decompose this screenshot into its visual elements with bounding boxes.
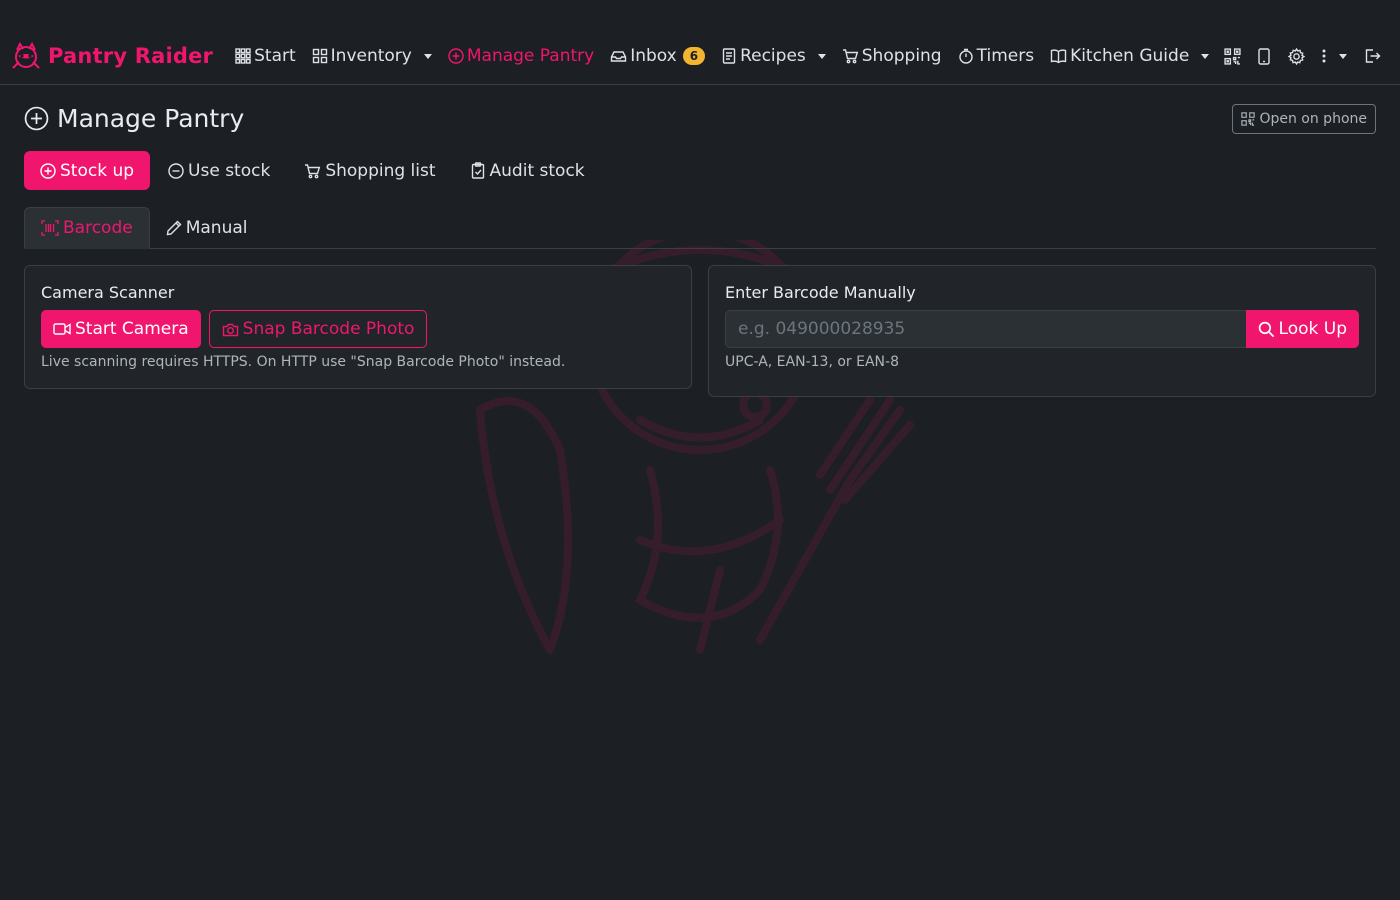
start-camera-button[interactable]: Start Camera	[41, 310, 201, 348]
nav-shopping-label: Shopping	[861, 46, 942, 66]
chevron-down-icon	[423, 53, 432, 59]
tab-barcode-label: Barcode	[63, 218, 133, 238]
tab-manual-label: Manual	[185, 218, 248, 238]
pencil-icon	[166, 220, 182, 236]
nav-shopping[interactable]: Shopping	[834, 28, 950, 84]
barcode-format-hint: UPC-A, EAN-13, or EAN-8	[725, 354, 899, 370]
camera-scanner-card: Camera Scanner Start Camera Snap Barcode…	[24, 265, 692, 389]
top-strip	[0, 0, 1400, 28]
camera-hint: Live scanning requires HTTPS. On HTTP us…	[41, 354, 566, 370]
settings-button[interactable]	[1280, 40, 1312, 72]
look-up-button[interactable]: Look Up	[1245, 310, 1359, 348]
camera-scanner-title: Camera Scanner	[41, 283, 175, 302]
nav-recipes[interactable]: Recipes	[713, 28, 834, 84]
camera-video-icon	[53, 323, 71, 335]
boxes-icon	[312, 48, 327, 64]
brand[interactable]: Pantry Raider	[10, 40, 213, 72]
cart-icon	[305, 163, 321, 178]
nav-inbox-label: Inbox	[630, 46, 677, 66]
barcode-scan-icon	[41, 220, 59, 236]
nav-manage-pantry-label: Manage Pantry	[466, 46, 595, 66]
chevron-down-icon	[1201, 53, 1210, 59]
tab-manual[interactable]: Manual	[150, 207, 264, 249]
nav-manage-pantry[interactable]: Manage Pantry	[440, 28, 602, 84]
raccoon-logo-icon	[12, 41, 40, 69]
barcode-input[interactable]	[725, 310, 1246, 348]
clipboard-check-icon	[471, 162, 484, 179]
qr-code-icon	[1241, 112, 1256, 126]
shopping-list-label: Shopping list	[325, 160, 436, 181]
manual-barcode-card: Enter Barcode Manually Look Up UPC-A, EA…	[708, 265, 1376, 397]
nav-timers[interactable]: Timers	[950, 28, 1042, 84]
snap-barcode-photo-button[interactable]: Snap Barcode Photo	[208, 310, 428, 348]
snap-barcode-photo-label: Snap Barcode Photo	[242, 319, 415, 339]
grid-icon	[235, 48, 251, 64]
stock-up-button[interactable]: Stock up	[24, 151, 151, 190]
nav-inventory-label: Inventory	[330, 46, 412, 66]
entry-tabs: Barcode Manual	[24, 207, 1376, 249]
brand-name: Pantry Raider	[48, 44, 214, 68]
phone-icon	[1258, 47, 1270, 65]
audit-stock-label: Audit stock	[489, 160, 585, 181]
more-vertical-icon	[1322, 49, 1326, 63]
nav-inventory[interactable]: Inventory	[304, 28, 440, 84]
chevron-down-icon	[1339, 53, 1347, 59]
inbox-count-badge: 6	[682, 47, 706, 65]
nav-recipes-label: Recipes	[740, 46, 806, 66]
use-stock-button[interactable]: Use stock	[152, 151, 286, 190]
nav-start[interactable]: Start	[227, 28, 304, 84]
plus-circle-icon	[24, 106, 49, 131]
more-menu-button[interactable]	[1312, 40, 1356, 72]
look-up-label: Look Up	[1278, 319, 1347, 339]
phone-button[interactable]	[1248, 40, 1280, 72]
start-camera-label: Start Camera	[75, 319, 189, 339]
stopwatch-icon	[958, 48, 973, 64]
book-icon	[1050, 49, 1067, 64]
gear-icon	[1287, 47, 1305, 65]
barcode-input-group: Look Up	[725, 310, 1359, 348]
plus-circle-icon	[448, 48, 464, 64]
shopping-list-button[interactable]: Shopping list	[288, 151, 451, 190]
stock-up-label: Stock up	[60, 160, 135, 181]
logout-button[interactable]	[1356, 40, 1388, 72]
navbar: Pantry Raider Start Inventory Manage Pan…	[0, 28, 1400, 85]
journal-icon	[722, 48, 736, 64]
page-title: Manage Pantry	[24, 104, 244, 133]
search-icon	[1258, 321, 1274, 337]
nav-start-label: Start	[254, 46, 296, 66]
open-on-phone-label: Open on phone	[1259, 111, 1367, 127]
qr-code-icon	[1223, 47, 1241, 65]
camera-icon	[222, 323, 238, 336]
qr-code-button[interactable]	[1216, 40, 1248, 72]
audit-stock-button[interactable]: Audit stock	[454, 151, 601, 190]
nav-timers-label: Timers	[976, 46, 1035, 66]
use-stock-label: Use stock	[188, 160, 271, 181]
chevron-down-icon	[817, 53, 826, 59]
plus-circle-icon	[40, 162, 56, 179]
inbox-icon	[610, 51, 627, 62]
mode-selector: Stock up Use stock Shopping list Audit s…	[24, 151, 601, 190]
nav-inbox[interactable]: Inbox 6	[602, 28, 713, 84]
cart-icon	[842, 49, 859, 64]
page-title-text: Manage Pantry	[57, 104, 245, 133]
manual-barcode-title: Enter Barcode Manually	[725, 283, 916, 302]
nav-kitchen-guide[interactable]: Kitchen Guide	[1042, 28, 1217, 84]
nav-kitchen-guide-label: Kitchen Guide	[1070, 46, 1190, 66]
minus-circle-icon	[168, 162, 184, 179]
tab-barcode[interactable]: Barcode	[24, 207, 150, 249]
logout-icon	[1365, 49, 1380, 63]
open-on-phone-button[interactable]: Open on phone	[1232, 104, 1376, 134]
